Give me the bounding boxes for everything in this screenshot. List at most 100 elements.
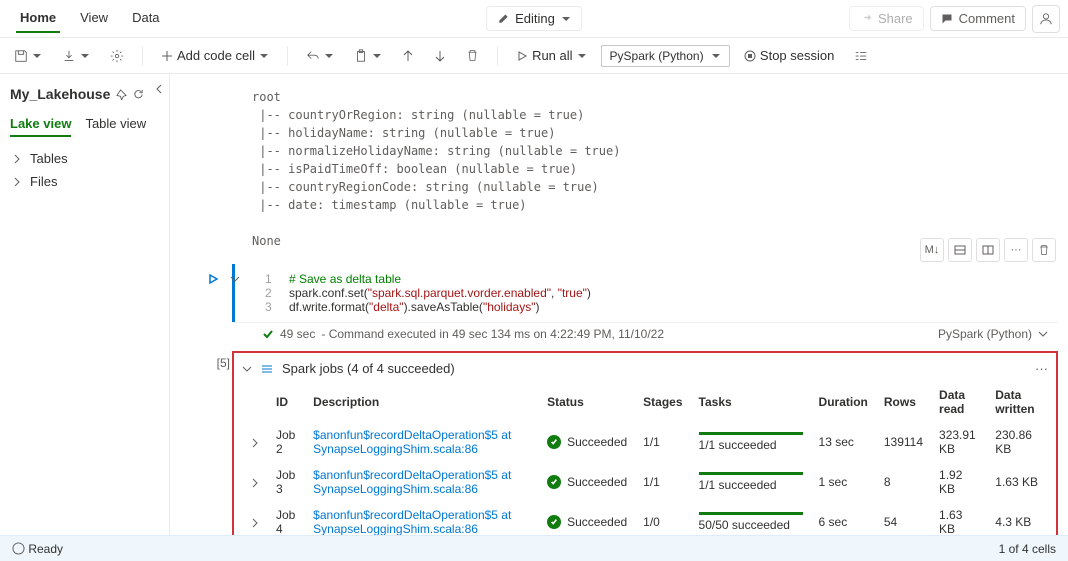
chevron-down-icon[interactable] [242,364,252,374]
chevron-down-icon [259,51,269,61]
move-cell-down-button[interactable] [428,46,452,66]
chevron-down-icon [711,51,721,61]
chevron-down-icon [324,51,334,61]
run-all-button[interactable]: Run all [510,44,592,67]
refresh-icon[interactable] [133,89,144,100]
check-icon [262,328,274,340]
chevron-down-icon[interactable] [1038,329,1048,339]
tables-node[interactable]: Tables [10,147,159,170]
chevron-down-icon [577,51,587,61]
list-icon [854,49,868,63]
files-node[interactable]: Files [10,170,159,193]
notebook-main: root |-- countryOrRegion: string (nullab… [170,74,1068,535]
download-button[interactable] [56,45,96,67]
spark-header-row: ID Description Status Stages Tasks Durat… [242,382,1048,422]
col-written[interactable]: Data written [987,382,1048,422]
markdown-toggle-button[interactable]: M↓ [920,238,944,262]
col-desc[interactable]: Description [305,382,539,422]
col-status[interactable]: Status [539,382,635,422]
editing-label: Editing [515,11,555,26]
status-ready: Ready [28,542,63,556]
chevron-down-icon [561,14,571,24]
comment-button[interactable]: Comment [930,6,1026,31]
spark-more-button[interactable]: ··· [1035,361,1048,376]
trash-icon [1038,244,1050,256]
tab-view[interactable]: View [76,4,112,33]
collapse-sidebar-button[interactable] [153,80,165,95]
code-cell[interactable]: M↓ ··· 1# Save as delta table2spark.conf… [232,264,1058,322]
success-icon [547,515,561,529]
save-button[interactable] [8,45,48,67]
status-bar: Ready 1 of 4 cells [0,535,1068,561]
people-button[interactable] [1032,5,1060,33]
play-icon [207,273,219,285]
variable-explorer-button[interactable] [848,45,874,67]
col-id[interactable]: ID [268,382,305,422]
stop-session-button[interactable]: Stop session [738,44,840,67]
stop-icon [744,50,756,62]
kernel-select[interactable]: PySpark (Python) [601,45,730,67]
spark-icon [260,362,274,376]
spark-jobs-panel: Spark jobs (4 of 4 succeeded) ··· ID Des… [232,351,1058,535]
move-cell-up-button[interactable] [396,46,420,66]
plus-icon [161,50,173,62]
job-description-link[interactable]: $anonfun$recordDeltaOperation$5 at Synap… [313,428,511,456]
col-tasks[interactable]: Tasks [691,382,811,422]
chevron-left-icon [153,83,165,95]
delete-cell-button[interactable] [1032,238,1056,262]
col-stages[interactable]: Stages [635,382,690,422]
success-icon [547,475,561,489]
info-icon [12,542,25,555]
task-progress-bar [699,512,803,515]
comment-icon [941,13,953,25]
share-icon [860,13,872,25]
arrow-up-icon [402,50,414,62]
cell-status-line: 49 sec - Command executed in 49 sec 134 … [232,322,1058,345]
task-progress-bar [699,472,803,475]
col-duration[interactable]: Duration [811,382,876,422]
tab-home[interactable]: Home [16,4,60,33]
task-progress-bar [699,432,803,435]
expand-row-button[interactable] [250,515,260,529]
chevron-down-icon [230,274,240,284]
settings-button[interactable] [104,45,130,67]
editing-mode-button[interactable]: Editing [486,6,582,31]
job-description-link[interactable]: $anonfun$recordDeltaOperation$5 at Synap… [313,468,511,496]
pin-icon[interactable] [116,89,127,100]
share-button[interactable]: Share [849,6,924,31]
expand-row-button[interactable] [250,435,260,449]
clipboard-button[interactable] [348,45,388,67]
table-row: Job 2 $anonfun$recordDeltaOperation$5 at… [242,422,1048,462]
more-button[interactable]: ··· [1004,238,1028,262]
panel2-icon [982,244,994,256]
expand-row-button[interactable] [250,475,260,489]
chevron-right-icon [12,177,22,187]
table-view-tab[interactable]: Table view [85,112,146,137]
trash-icon [466,49,479,62]
success-icon [547,435,561,449]
lake-view-tab[interactable]: Lake view [10,112,71,137]
save-icon [14,49,28,63]
tab-data[interactable]: Data [128,4,163,33]
col-read[interactable]: Data read [931,382,987,422]
undo-icon [306,49,320,63]
sidebar: My_Lakehouse Lake view Table view Tables… [0,74,170,535]
run-cell-button[interactable] [207,270,240,285]
table-row: Job 3 $anonfun$recordDeltaOperation$5 at… [242,462,1048,502]
undo-button[interactable] [300,45,340,67]
spark-jobs-header: Spark jobs (4 of 4 succeeded) [282,361,455,376]
play-icon [516,50,528,62]
arrow-down-icon [434,50,446,62]
add-code-cell-button[interactable]: Add code cell [155,44,275,67]
lakehouse-title: My_Lakehouse [10,82,159,112]
gear-icon [110,49,124,63]
status-cells: 1 of 4 cells [999,542,1056,556]
chevron-down-icon [32,51,42,61]
job-description-link[interactable]: $anonfun$recordDeltaOperation$5 at Synap… [313,508,511,535]
delete-cell-button[interactable] [460,45,485,66]
pencil-icon [497,13,509,25]
toggle-input-button[interactable] [976,238,1000,262]
col-rows[interactable]: Rows [876,382,931,422]
toggle-output-button[interactable] [948,238,972,262]
chevron-down-icon [372,51,382,61]
